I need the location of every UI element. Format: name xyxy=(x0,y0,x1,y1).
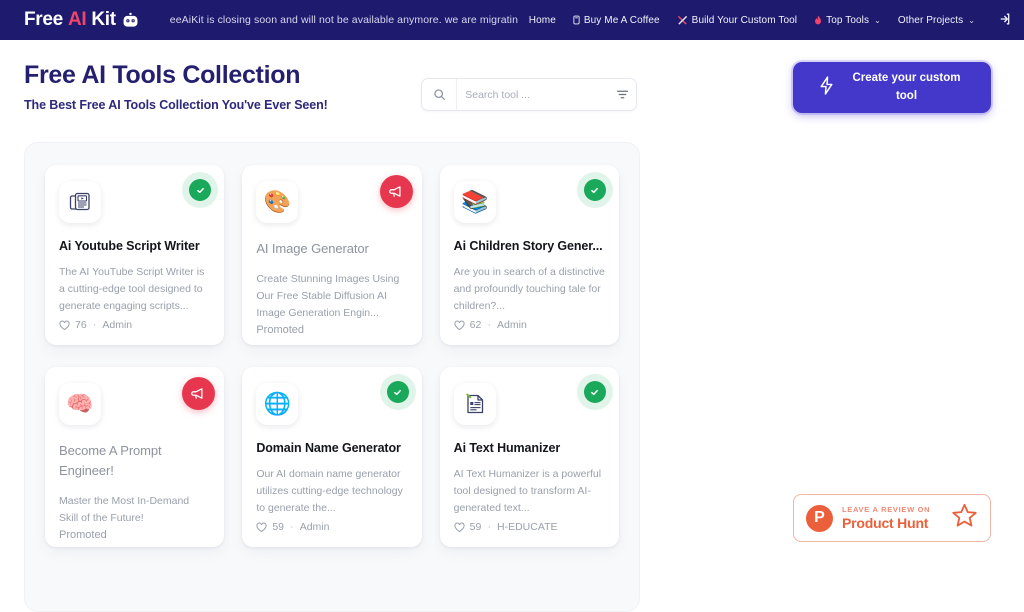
nav-link-buy-me-a-coffee[interactable]: Buy Me A Coffee xyxy=(573,15,660,26)
nav-link-other-projects[interactable]: Other Projects ⌄ xyxy=(898,15,975,26)
filter-icon[interactable] xyxy=(608,79,636,110)
status-badge[interactable] xyxy=(583,381,606,403)
nav-link-build-your-custom-tool[interactable]: Build Your Custom Tool xyxy=(677,15,797,26)
meta-separator: · xyxy=(487,521,492,533)
tool-card[interactable]: 📚 Ai Children Story Gener... Are you in … xyxy=(439,165,619,345)
login-button[interactable] xyxy=(996,12,1010,29)
nav-link-home[interactable]: Home xyxy=(529,15,556,26)
tool-card-meta: 62 · Admin xyxy=(454,319,527,331)
like-count: 62 xyxy=(469,319,482,331)
meta-separator: · xyxy=(290,521,294,533)
product-hunt-main-line: Product Hunt xyxy=(842,515,929,531)
document-edit-icon xyxy=(453,383,496,425)
tool-card-meta: 59 · H-EDUCATE xyxy=(454,521,558,533)
meta-separator: · xyxy=(92,319,97,331)
tool-card-title: Become A Prompt Engineer! xyxy=(59,443,162,479)
globe-glyph: 🌐 xyxy=(263,391,292,416)
tool-card[interactable]: 🌐 Domain Name Generator Our AI domain na… xyxy=(242,367,422,547)
page-title: Free AI Tools Collection xyxy=(24,61,301,89)
tool-card[interactable]: Ai Youtube Script Writer The AI YouTube … xyxy=(45,165,225,345)
promoted-badge[interactable] xyxy=(379,175,413,208)
like-button[interactable]: 62 xyxy=(454,319,482,331)
tool-card-description: Master the Most In-Demand Skill of the F… xyxy=(59,495,190,525)
promoted-label: Promoted xyxy=(59,529,107,542)
tool-card-description: Create Stunning Images Using Our Free St… xyxy=(256,273,400,320)
like-button[interactable]: 59 xyxy=(454,521,482,533)
tool-card-description: Are you in search of a distinctive and p… xyxy=(453,265,605,312)
tool-card-author: Admin xyxy=(299,521,330,533)
product-hunt-logo-icon: P xyxy=(806,504,833,532)
announcement-banner: eeAiKit is closing soon and will not be … xyxy=(169,14,519,26)
create-custom-tool-button[interactable]: Create your custom tool xyxy=(793,62,991,113)
fire-icon xyxy=(814,15,822,26)
tool-card-description: The AI YouTube Script Writer is a cuttin… xyxy=(59,265,205,312)
login-icon xyxy=(996,12,1010,29)
like-count: 76 xyxy=(75,319,87,331)
tool-card-author: Admin xyxy=(102,319,133,331)
tool-card[interactable]: 🧠 Become A Prompt Engineer! Master the M… xyxy=(45,367,225,547)
robot-icon xyxy=(121,12,140,29)
brain-bulb-icon: 🧠 xyxy=(59,383,101,425)
tool-card-description: Our AI domain name generator utilizes cu… xyxy=(256,467,403,514)
title-group: Free AI Tools Collection The Best Free A… xyxy=(24,61,328,112)
chevron-down-icon: ⌄ xyxy=(874,15,881,25)
nav-link-home-label: Home xyxy=(528,14,556,26)
status-badge[interactable] xyxy=(189,179,212,201)
meta-separator: · xyxy=(487,319,492,331)
create-custom-tool-label: Create your custom tool xyxy=(852,71,961,102)
top-navbar: Free AI Kit eeAiKit is closing soon and wi… xyxy=(0,0,1024,40)
tool-card-author: Admin xyxy=(497,319,527,331)
nav-link-top-tools-label: Top Tools xyxy=(826,14,870,26)
nav-link-other-projects-label: Other Projects xyxy=(897,14,964,26)
tool-card-title: Ai Youtube Script Writer xyxy=(59,239,200,253)
tool-card[interactable]: Ai Text Humanizer AI Text Humanizer is a… xyxy=(439,367,619,547)
tool-card-meta: 59 · Admin xyxy=(256,521,329,533)
tool-card-title: Ai Text Humanizer xyxy=(453,441,561,455)
search-icon xyxy=(422,79,458,110)
tool-card-title: AI Image Generator xyxy=(256,241,369,256)
tools-panel: Ai Youtube Script Writer The AI YouTube … xyxy=(24,142,640,612)
search-input[interactable] xyxy=(457,88,609,101)
like-button[interactable]: 76 xyxy=(59,319,87,331)
tool-card-title: Domain Name Generator xyxy=(256,441,401,455)
tools-grid: Ai Youtube Script Writer The AI YouTube … xyxy=(45,165,619,547)
coffee-icon xyxy=(573,15,580,25)
palette-glyph: 🎨 xyxy=(263,189,292,214)
product-hunt-badge[interactable]: P LEAVE A REVIEW ON Product Hunt xyxy=(793,494,991,542)
video-script-icon xyxy=(59,181,101,223)
page-subtitle: The Best Free AI Tools Collection You've… xyxy=(24,97,328,112)
lightning-icon xyxy=(818,75,835,100)
tool-card-title: Ai Children Story Gener... xyxy=(453,239,603,253)
nav-links: Home Buy Me A Coffee Build Your Custom T… xyxy=(529,12,1010,29)
tool-card-author: H-EDUCATE xyxy=(497,521,558,533)
tool-card-meta: 76 · Admin xyxy=(59,319,132,331)
product-hunt-text: LEAVE A REVIEW ON Product Hunt xyxy=(842,505,942,531)
nav-link-buy-me-a-coffee-label: Buy Me A Coffee xyxy=(583,14,660,26)
tool-card[interactable]: 🎨 AI Image Generator Create Stunning Ima… xyxy=(242,165,422,345)
site-logo[interactable]: Free AI Kit xyxy=(24,9,140,31)
tool-card-description: AI Text Humanizer is a powerful tool des… xyxy=(453,467,602,514)
like-count: 59 xyxy=(469,521,482,533)
logo-text-kit: Kit xyxy=(91,9,116,30)
promoted-badge[interactable] xyxy=(182,377,216,410)
logo-text-ai: AI xyxy=(67,9,87,30)
like-count: 59 xyxy=(272,521,285,533)
status-badge[interactable] xyxy=(583,179,606,201)
logo-text-free: Free xyxy=(24,9,63,30)
brain-bulb-glyph: 🧠 xyxy=(66,391,94,416)
status-badge[interactable] xyxy=(386,381,409,403)
star-icon xyxy=(951,502,978,534)
story-book-glyph: 📚 xyxy=(460,189,489,214)
tools-icon xyxy=(677,15,688,26)
product-hunt-top-line: LEAVE A REVIEW ON xyxy=(842,505,931,514)
palette-icon: 🎨 xyxy=(256,181,299,223)
chevron-down-icon: ⌄ xyxy=(968,15,975,25)
like-button[interactable]: 59 xyxy=(256,521,284,533)
globe-icon: 🌐 xyxy=(256,383,299,425)
nav-link-build-your-custom-tool-label: Build Your Custom Tool xyxy=(691,14,798,26)
promoted-label: Promoted xyxy=(256,324,305,337)
nav-link-top-tools[interactable]: Top Tools ⌄ xyxy=(814,15,881,26)
search-bar[interactable] xyxy=(421,78,637,111)
story-book-icon: 📚 xyxy=(453,181,496,223)
